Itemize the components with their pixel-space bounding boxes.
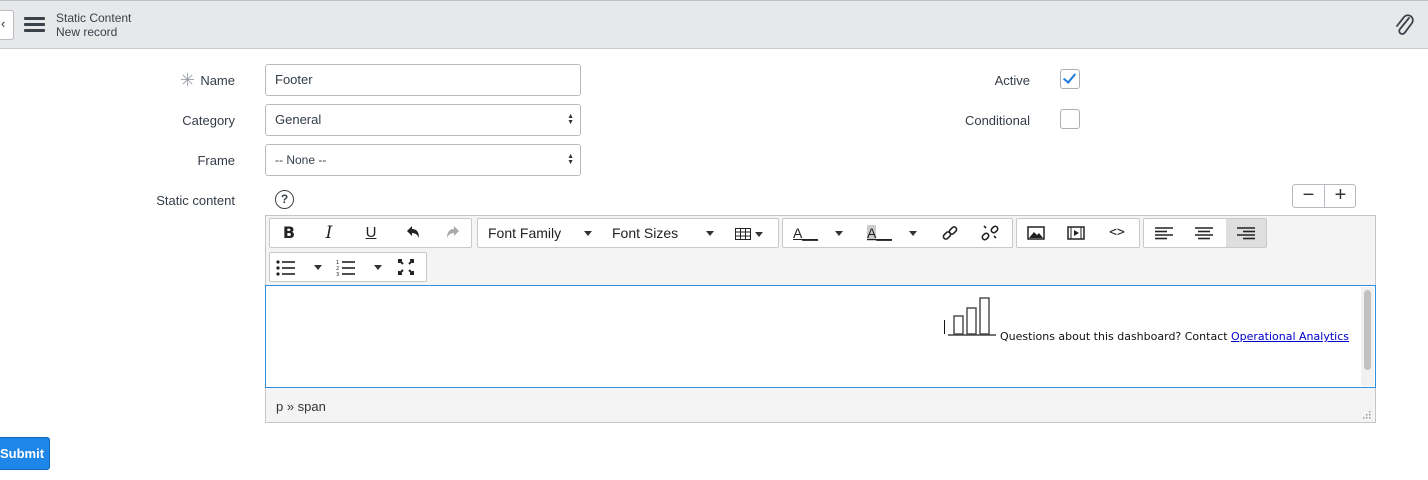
operational-analytics-link[interactable]: Operational Analytics [1231, 330, 1349, 343]
caret-down-icon [314, 265, 322, 270]
select-arrows-icon: ▲ ▼ [567, 113, 574, 126]
numbered-list-icon: 123 [336, 260, 355, 278]
element-path[interactable]: p » span [276, 399, 326, 414]
active-checkbox[interactable] [1060, 69, 1080, 89]
select-arrows-icon: ▲ ▼ [567, 153, 574, 166]
text-cursor [944, 320, 945, 334]
toolbar-group-lists: 123 [269, 252, 427, 282]
text-color-icon: A__ [793, 225, 818, 241]
shrink-editor-button[interactable]: − [1293, 185, 1324, 207]
category-value: General [275, 112, 322, 127]
name-label: Name [200, 73, 235, 88]
conditional-checkbox[interactable] [1060, 109, 1080, 129]
toolbar-group-media: <> [1016, 218, 1140, 248]
header-title: Static Content [56, 11, 132, 25]
caret-down-icon [909, 231, 917, 236]
expand-editor-button[interactable]: + [1325, 185, 1356, 207]
toolbar-group-align [1143, 218, 1267, 248]
bold-icon[interactable]: B [278, 219, 300, 247]
rich-text-editor: B I U Font Family Font Sizes A__ A__ <> … [265, 215, 1376, 423]
name-input[interactable]: Footer [265, 64, 581, 96]
header-subtitle: New record [56, 25, 118, 39]
image-icon[interactable] [1025, 219, 1047, 247]
editor-scrollbar[interactable] [1361, 287, 1374, 386]
toolbar-group-fonts: Font Family Font Sizes [477, 218, 779, 248]
text-color-dropdown[interactable]: A__ [793, 219, 853, 247]
editor-size-controls: − + [1292, 184, 1356, 208]
paperclip-icon[interactable] [1394, 14, 1416, 38]
svg-text:3: 3 [336, 272, 339, 276]
back-button[interactable]: ‹ [0, 10, 14, 40]
toolbar-group-format: B I U [269, 218, 472, 248]
caret-down-icon [374, 265, 382, 270]
checkmark-icon [1062, 70, 1077, 84]
resize-handle-icon[interactable] [1363, 411, 1371, 419]
content-text: Questions about this dashboard? Contact [1000, 330, 1228, 343]
font-sizes-dropdown[interactable]: Font Sizes [612, 219, 720, 247]
font-sizes-label: Font Sizes [612, 225, 679, 241]
background-color-icon: A [867, 225, 877, 241]
editor-statusbar: p » span [266, 390, 1375, 423]
bullet-list-dropdown[interactable] [276, 253, 328, 281]
underline-icon[interactable]: U [360, 219, 382, 247]
italic-icon[interactable]: I [318, 219, 340, 247]
font-family-dropdown[interactable]: Font Family [488, 219, 600, 247]
editor-content-area[interactable]: Questions about this dashboard? Contact … [265, 285, 1376, 388]
table-dropdown[interactable] [733, 219, 765, 247]
conditional-label: Conditional [964, 113, 1030, 128]
font-family-label: Font Family [488, 225, 562, 241]
back-icon: ‹ [1, 16, 6, 31]
record-header: ‹ Static Content New record [0, 0, 1428, 49]
frame-value: -- None -- [275, 153, 327, 167]
bar-chart-icon [948, 297, 996, 336]
undo-icon[interactable] [402, 219, 424, 247]
caret-down-icon [584, 231, 592, 236]
caret-down-icon [835, 231, 843, 236]
numbered-list-dropdown[interactable]: 123 [336, 253, 388, 281]
background-color-dropdown[interactable]: A__ [867, 219, 923, 247]
static-content-label: Static content [156, 193, 235, 208]
align-center-icon[interactable] [1184, 219, 1224, 247]
category-label: Category [182, 113, 235, 128]
table-icon [735, 228, 752, 241]
frame-label: Frame [197, 153, 235, 168]
caret-down-icon [706, 231, 714, 236]
media-icon[interactable] [1065, 219, 1087, 247]
frame-select[interactable]: -- None -- ▲ ▼ [265, 144, 581, 176]
link-icon[interactable] [939, 219, 961, 247]
toolbar-group-colors: A__ A__ [782, 218, 1013, 248]
unlink-icon[interactable] [979, 219, 1001, 247]
help-icon[interactable]: ? [275, 190, 294, 209]
fullscreen-icon[interactable] [394, 253, 418, 281]
category-select[interactable]: General ▲ ▼ [265, 104, 581, 136]
caret-down-icon [754, 231, 763, 237]
align-right-icon[interactable] [1226, 219, 1266, 247]
align-left-icon[interactable] [1144, 219, 1184, 247]
bullet-list-icon [276, 260, 295, 276]
active-label: Active [994, 73, 1030, 88]
source-code-icon[interactable]: <> [1105, 219, 1129, 247]
submit-button[interactable]: Submit [0, 437, 50, 470]
hamburger-menu-icon[interactable] [24, 16, 46, 34]
redo-icon[interactable] [442, 219, 464, 247]
scrollbar-thumb[interactable] [1364, 290, 1371, 370]
